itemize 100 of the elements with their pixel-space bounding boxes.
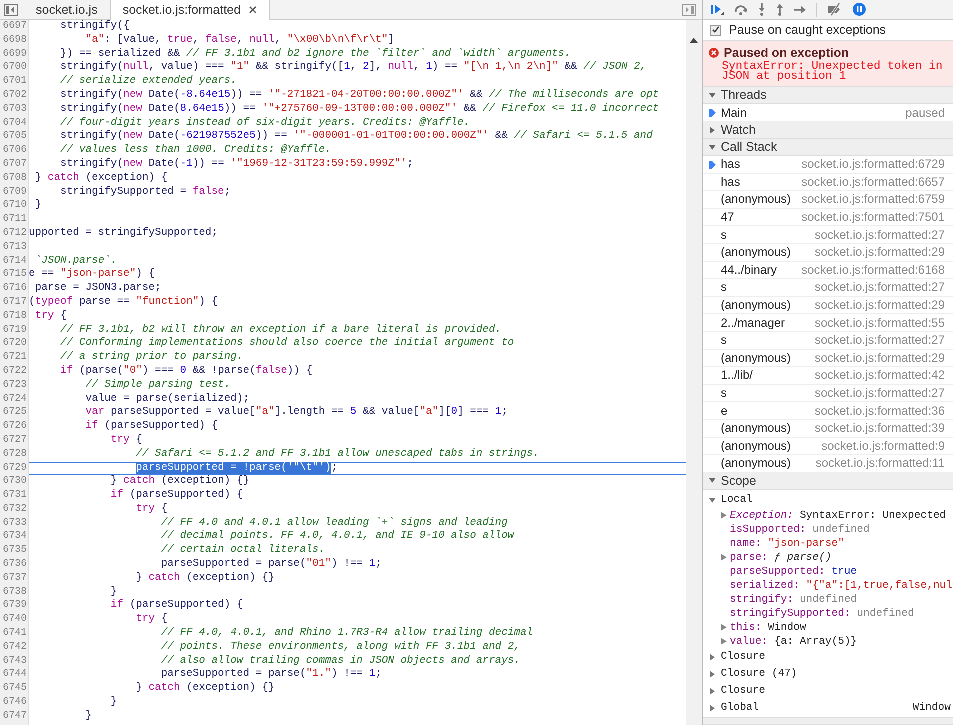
code-line: stringify(null, value) === "1" && stringify([1, 2], null, 1) == "[\n 1,\n 2\n]" && // JSON 2, <box>60 61 648 75</box>
line-number: 6702 <box>2 88 28 103</box>
exception-message: SyntaxError: Unexpected token in JSON at position 1 <box>721 62 944 82</box>
call-frame[interactable]: 1../lib/ socket.io.js:formatted:42 <box>703 367 953 385</box>
code-line: } catch (exception) {} <box>135 572 276 586</box>
code-line: // a string prior to parsing. <box>60 351 244 365</box>
call-frame[interactable]: s socket.io.js:formatted:27 <box>703 226 953 244</box>
line-number: 6744 <box>2 668 28 682</box>
code-line: // four-digit years instead of six-digit years. Credits: @Yaffle. <box>60 116 472 130</box>
scope-variable[interactable]: Exception: SyntaxError: Unexpected <box>703 508 953 523</box>
line-number: 6704 <box>2 116 28 130</box>
scope-variable[interactable]: stringifySupported: undefined <box>703 606 953 621</box>
scope-variable[interactable]: parse: ƒ parse() <box>703 550 953 565</box>
code-line: } catch (exception) { <box>34 172 169 186</box>
step-into-icon[interactable] <box>758 3 766 16</box>
code-line: upported = stringifySupported; <box>29 226 220 241</box>
file-tab[interactable]: socket.io.js:formatted <box>110 0 270 20</box>
code-line: stringify(new Date(-621987552e5)) == '"-000001-01-01T00:00:00.000Z"' && // Safari <= 5.1.5 and <box>60 130 654 144</box>
code-line: `JSON.parse`. <box>34 254 118 268</box>
call-frame[interactable]: (anonymous) socket.io.js:formatted:9 <box>703 438 953 456</box>
scope-variable[interactable]: parseSupported: true <box>703 564 953 579</box>
call-frame[interactable]: s socket.io.js:formatted:27 <box>703 332 953 350</box>
section-title: Watch <box>721 123 756 137</box>
call-frame[interactable]: 2../manager socket.io.js:formatted:55 <box>703 314 953 332</box>
call-frame[interactable]: (anonymous) socket.io.js:formatted:6759 <box>703 191 953 209</box>
step-icon[interactable] <box>794 4 806 14</box>
deactivate-breakpoints-icon[interactable] <box>827 3 843 16</box>
line-number: 6723 <box>2 378 28 393</box>
step-over-icon[interactable] <box>734 4 748 16</box>
code-line: // points. These environments, along with FF 3.1b1 and 2, <box>160 640 522 655</box>
navigator-toggle-icon[interactable] <box>4 4 18 16</box>
line-number: 6724 <box>2 392 28 406</box>
line-number: 6706 <box>2 144 28 158</box>
line-number: 6726 <box>2 420 28 434</box>
line-number: 6722 <box>2 364 28 379</box>
scope-variable[interactable]: name: "json-parse" <box>703 536 953 551</box>
code-line: value = parse(serialized); <box>84 392 251 406</box>
line-number: 6730 <box>2 475 28 490</box>
line-number: 6708 <box>2 172 28 186</box>
call-frame[interactable]: 47 socket.io.js:formatted:7501 <box>703 208 953 226</box>
call-frame[interactable]: s socket.io.js:formatted:27 <box>703 279 953 297</box>
line-number: 6705 <box>2 130 28 144</box>
line-number: 6729 <box>2 462 28 476</box>
line-number: 6701 <box>2 75 28 89</box>
call-frame[interactable]: 44../binary socket.io.js:formatted:6168 <box>703 262 953 280</box>
section-title: Scope <box>721 474 756 488</box>
code-line: if (parseSupported) { <box>110 599 244 613</box>
scope-item[interactable]: Closure (47) <box>703 666 953 683</box>
line-number: 6743 <box>2 654 28 668</box>
scope-item[interactable]: Closure <box>703 648 953 666</box>
line-number: 6719 <box>2 324 28 338</box>
scope-item[interactable]: Local <box>703 492 953 509</box>
call-frame[interactable]: has socket.io.js:formatted:6729 <box>703 156 953 174</box>
call-frame[interactable]: (anonymous) socket.io.js:formatted:29 <box>703 350 953 368</box>
scope-variable[interactable]: this: Window <box>703 620 953 635</box>
checkbox[interactable] <box>710 24 721 36</box>
step-out-icon[interactable] <box>776 3 784 16</box>
scope-variable[interactable]: isSupported: undefined <box>703 522 953 537</box>
call-frame[interactable]: has socket.io.js:formatted:6657 <box>703 174 953 192</box>
close-icon[interactable] <box>248 6 257 14</box>
section-title: Threads <box>721 88 767 102</box>
line-number: 6717 <box>2 296 28 310</box>
code-line: } <box>110 696 118 710</box>
section-header[interactable]: Threads <box>703 87 953 104</box>
line-number: 6703 <box>2 102 28 117</box>
scope-variable[interactable]: serialized: "{"a":[1,true,false,nul <box>703 578 953 593</box>
call-frame[interactable]: (anonymous) socket.io.js:formatted:39 <box>703 420 953 438</box>
scope-item[interactable]: Global Window <box>703 700 953 717</box>
code-line: // decimal points. FF 4.0, 4.0.1, and IE 9-10 also allow <box>160 530 516 544</box>
scope-variable[interactable]: stringify: undefined <box>703 592 953 607</box>
sidebar-toggle-icon[interactable] <box>682 4 696 16</box>
code-line: (typeof parse == "function") { <box>29 296 220 310</box>
pause-on-exceptions-icon[interactable] <box>853 3 866 16</box>
line-number: 6740 <box>2 613 28 628</box>
section-header[interactable]: Call Stack <box>703 139 953 156</box>
line-number: 6732 <box>2 502 28 517</box>
call-frame[interactable]: (anonymous) socket.io.js:formatted:29 <box>703 244 953 262</box>
code-line: // also allow trailing commas in JSON objects and arrays. <box>160 654 522 668</box>
scope-item[interactable]: Closure <box>703 682 953 700</box>
scope-variable[interactable]: value: {a: Array(5)} <box>703 634 953 649</box>
code-line: } <box>110 586 118 599</box>
line-number: 6699 <box>2 48 28 62</box>
section-header[interactable]: Watch <box>703 122 953 139</box>
line-number: 6715 <box>2 268 28 282</box>
line-number: 6721 <box>2 351 28 365</box>
code-line: parseSupported = parse("01") !== 1; <box>160 558 383 572</box>
code-line: // Safari <= 5.1.2 and FF 3.1b1 allow unescaped tabs in strings. <box>135 448 540 462</box>
code-line: } catch (exception) {} <box>110 475 251 489</box>
call-frame[interactable]: e socket.io.js:formatted:36 <box>703 402 953 420</box>
call-frame[interactable]: (anonymous) socket.io.js:formatted:29 <box>703 296 953 314</box>
scroll-up-icon[interactable] <box>690 38 698 43</box>
line-number: 6746 <box>2 696 28 710</box>
line-number: 6700 <box>2 61 28 76</box>
code-line: // FF 4.0 and 4.0.1 allow leading `+` signs and leading <box>160 516 509 530</box>
resume-icon[interactable] <box>710 2 724 16</box>
section-header[interactable]: Scope <box>703 472 953 490</box>
code-line: // FF 3.1b1, b2 will throw an exception if a bare literal is provided. <box>60 324 503 337</box>
call-frame[interactable]: s socket.io.js:formatted:27 <box>703 384 953 402</box>
code-line: parseSupported = !parse('"\t"'); <box>29 462 686 476</box>
line-number: 6735 <box>2 544 28 558</box>
